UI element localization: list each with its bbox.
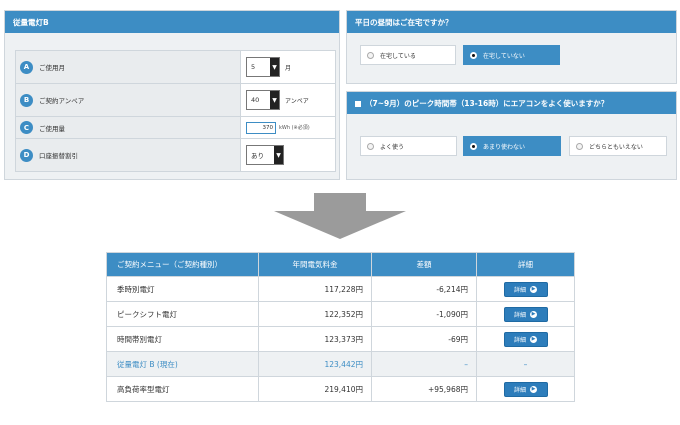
- ampere-select[interactable]: 40 ▼: [246, 90, 280, 110]
- cost-difference: –: [371, 351, 477, 377]
- detail-button[interactable]: 詳細 ▶: [503, 281, 548, 297]
- cost-difference: -1,090円: [371, 301, 477, 327]
- label-month: ご使用月: [39, 64, 65, 72]
- triangle-down-icon: ▼: [270, 58, 279, 76]
- detail-button[interactable]: 詳細 ▶: [503, 306, 548, 322]
- table-row: 時間帯別電灯 123,373円 -69円 詳細 ▶: [106, 326, 575, 352]
- annual-cost: 117,228円: [258, 276, 372, 302]
- header-menu: ご契約メニュー（ご契約種別）: [106, 252, 259, 277]
- radio-icon: [367, 51, 374, 59]
- usage-form: A ご使用月 5 ▼ 月 B ご契約アンペア 40 ▼ アンペア C ご使用量 370 k…: [15, 50, 336, 172]
- radio-selected-icon: [470, 142, 477, 150]
- annual-cost: 122,352円: [258, 301, 372, 327]
- plan-name: 季時別電灯: [106, 276, 259, 302]
- comparison-table: ご契約メニュー（ご契約種別） 年間電気料金 差額 詳細 季時別電灯 117,22…: [106, 252, 575, 402]
- radio-icon: [367, 142, 374, 150]
- table-row: 高負荷率型電灯 219,410円 +95,968円 詳細 ▶: [106, 376, 575, 402]
- option-rarely-use[interactable]: あまり使わない: [463, 136, 561, 156]
- plan-name: 従量電灯 B (現在): [106, 351, 259, 377]
- detail-button[interactable]: 詳細 ▶: [503, 331, 548, 347]
- usage-unit: kWh (※必須): [279, 125, 310, 131]
- aircon-question-panel: （7~9月）のピーク時間帯（13-16時）にエアコンをよく使いますか？ よく使う…: [346, 91, 677, 180]
- badge-d: D: [20, 148, 33, 162]
- option-use-often[interactable]: よく使う: [360, 136, 457, 156]
- usage-input-panel: 従量電灯B A ご使用月 5 ▼ 月 B ご契約アンペア 40 ▼ アンペア C ご使用量…: [4, 10, 340, 180]
- square-icon: [355, 101, 361, 107]
- triangle-down-icon: ▼: [274, 146, 283, 164]
- chevron-right-circle-icon: ▶: [530, 285, 537, 293]
- label-ampere: ご契約アンペア: [39, 97, 85, 105]
- month-select[interactable]: 5 ▼: [246, 57, 280, 77]
- plan-name: ピークシフト電灯: [106, 301, 259, 327]
- annual-cost: 123,442円: [258, 351, 372, 377]
- label-usage: ご使用量: [39, 124, 65, 133]
- cost-difference: +95,968円: [371, 376, 477, 402]
- option-not-at-home[interactable]: 在宅していない: [463, 45, 560, 65]
- table-header: ご契約メニュー（ご契約種別） 年間電気料金 差額 詳細: [106, 252, 575, 277]
- form-row-ampere: B ご契約アンペア 40 ▼ アンペア: [16, 84, 335, 117]
- daytime-question-title: 平日の昼間はご在宅ですか？: [347, 11, 676, 33]
- label-discount: 口座振替割引: [39, 152, 78, 160]
- cost-difference: -69円: [371, 326, 477, 352]
- annual-cost: 219,410円: [258, 376, 372, 402]
- daytime-question-panel: 平日の昼間はご在宅ですか？ 在宅している 在宅していない: [346, 10, 677, 84]
- table-row-current: 従量電灯 B (現在) 123,442円 – –: [106, 351, 575, 377]
- discount-select[interactable]: あり ▼: [246, 145, 284, 165]
- plan-name: 高負荷率型電灯: [106, 376, 259, 402]
- table-row: 季時別電灯 117,228円 -6,214円 詳細 ▶: [106, 276, 575, 302]
- form-row-month: A ご使用月 5 ▼ 月: [16, 51, 335, 84]
- chevron-right-circle-icon: ▶: [530, 310, 537, 318]
- radio-icon: [576, 142, 583, 150]
- header-annual: 年間電気料金: [258, 252, 372, 277]
- aircon-question-title: （7~9月）のピーク時間帯（13-16時）にエアコンをよく使いますか？: [365, 99, 609, 108]
- form-row-discount: D 口座振替割引 あり ▼: [16, 139, 335, 171]
- detail-none: –: [476, 351, 575, 377]
- ampere-unit: アンペア: [285, 97, 309, 105]
- header-diff: 差額: [371, 252, 477, 277]
- usage-input[interactable]: 370: [246, 121, 276, 134]
- cost-difference: -6,214円: [371, 276, 477, 302]
- option-neither[interactable]: どちらともいえない: [569, 136, 667, 156]
- badge-b: B: [20, 93, 33, 107]
- plan-name: 時間帯別電灯: [106, 326, 259, 352]
- chevron-right-circle-icon: ▶: [530, 335, 537, 343]
- annual-cost: 123,373円: [258, 326, 372, 352]
- detail-button[interactable]: 詳細 ▶: [503, 381, 548, 397]
- header-detail: 詳細: [476, 252, 575, 277]
- badge-c: C: [20, 121, 33, 134]
- usage-panel-title: 従量電灯B: [5, 11, 339, 33]
- option-at-home[interactable]: 在宅している: [360, 45, 456, 65]
- triangle-down-icon: ▼: [270, 91, 279, 109]
- radio-selected-icon: [470, 51, 477, 59]
- chevron-right-circle-icon: ▶: [530, 385, 537, 393]
- down-arrow-icon: [274, 193, 406, 239]
- badge-a: A: [20, 60, 33, 74]
- table-row: ピークシフト電灯 122,352円 -1,090円 詳細 ▶: [106, 301, 575, 327]
- form-row-usage: C ご使用量 370 kWh (※必須): [16, 117, 335, 139]
- month-unit: 月: [285, 64, 292, 72]
